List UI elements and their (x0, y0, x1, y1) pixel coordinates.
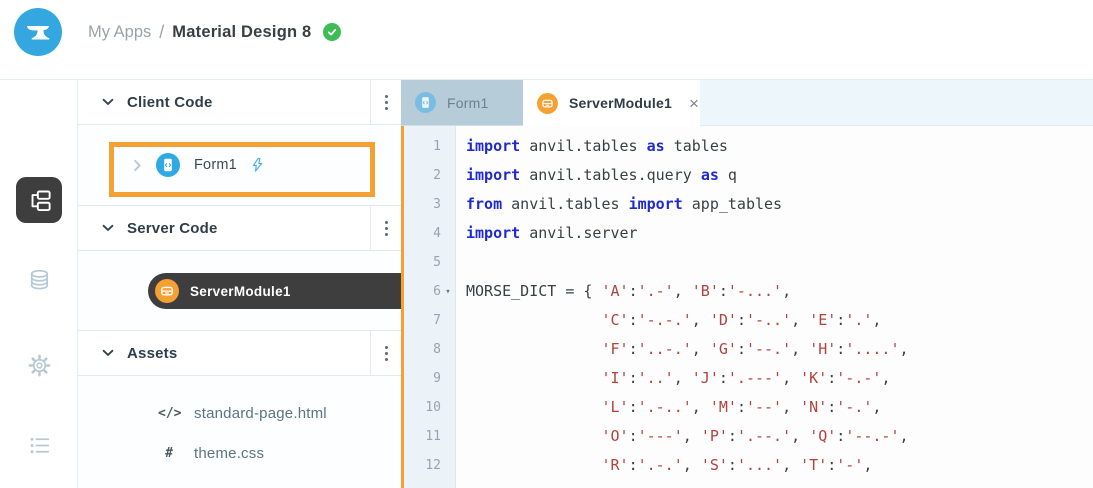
editor-pane: Form1 ServerModule1 × 1 2 3 4 5 6 ▾ 7 8 9 10 11 12 i… (401, 80, 1093, 488)
anvil-logo[interactable] (14, 8, 62, 56)
line-number: 9 (433, 371, 441, 386)
section-header-server-code[interactable]: Server Code (78, 206, 401, 251)
annotation-highlight-rail (401, 126, 404, 488)
file-tree-panel: Client Code Form1 Server Code ServerModu… (78, 80, 401, 488)
line-number: 5 (433, 255, 441, 270)
code-line[interactable]: 'R':'.-.', 'S':'...', 'T':'-', (466, 451, 1093, 480)
hash-icon: # (165, 445, 173, 461)
chevron-down-icon (102, 98, 114, 105)
section-label: Client Code (127, 93, 213, 111)
tree-item-label: ServerModule1 (190, 283, 291, 299)
line-number: 4 (433, 226, 441, 241)
tree-item-label: Form1 (194, 157, 237, 173)
app-title[interactable]: Material Design 8 (172, 23, 311, 42)
tree-item-form1[interactable]: Form1 (78, 125, 401, 205)
tree-item-standard-page-html[interactable]: </> standard-page.html (78, 400, 401, 426)
kebab-menu-icon[interactable] (370, 331, 401, 375)
line-number: 3 (433, 197, 441, 212)
section-header-assets[interactable]: Assets (78, 331, 401, 376)
code-line[interactable]: import anvil.server (466, 219, 1093, 248)
line-number: 10 (425, 400, 441, 415)
code-editor: 1 2 3 4 5 6 ▾ 7 8 9 10 11 12 import anvil.tables as … (401, 126, 1093, 488)
kebab-menu-icon[interactable] (370, 80, 401, 124)
gear-icon (28, 354, 50, 376)
chevron-down-icon (102, 224, 114, 231)
line-number: 6 ▾ (404, 277, 455, 306)
list-icon (30, 437, 49, 453)
tab-bar: Form1 ServerModule1 × (401, 80, 1093, 126)
tab-form1[interactable]: Form1 (401, 80, 523, 126)
activity-bar (0, 80, 78, 488)
top-header: My Apps / Material Design 8 (0, 0, 1093, 80)
saved-check-icon (323, 23, 342, 41)
form-icon (156, 153, 180, 177)
server-icon (537, 92, 558, 114)
line-number: 12 (425, 458, 441, 473)
sidebar-item-settings[interactable] (17, 343, 61, 387)
breadcrumb-my-apps[interactable]: My Apps (88, 23, 151, 42)
code-line[interactable]: 'L':'.-..', 'M':'--', 'N':'-.', (466, 393, 1093, 422)
server-icon (155, 279, 179, 303)
tab-bar-filler (700, 80, 1093, 126)
code-line[interactable]: import anvil.tables as tables (466, 132, 1093, 161)
code-line[interactable]: 'O':'---', 'P':'.--.', 'Q':'--.-', (466, 422, 1093, 451)
code-area[interactable]: import anvil.tables as tables import anvi… (456, 126, 1093, 488)
kebab-menu-icon[interactable] (370, 206, 401, 250)
code-line[interactable]: 'I':'..', 'J':'.---', 'K':'-.-', (466, 364, 1093, 393)
sidebar-item-app-structure[interactable] (16, 177, 62, 223)
tree-icon (31, 190, 51, 211)
breadcrumb: My Apps / Material Design 8 (88, 0, 342, 64)
section-label: Server Code (127, 219, 218, 237)
code-line[interactable]: 'C':'-.-.', 'D':'-..', 'E':'.', (466, 306, 1093, 335)
tree-item-label: theme.css (194, 444, 265, 462)
line-number: 11 (425, 429, 441, 444)
anvil-ide: My Apps / Material Design 8 Client Code … (0, 0, 1093, 488)
line-number: 2 (433, 168, 441, 183)
fold-arrow-icon[interactable]: ▾ (441, 287, 455, 297)
code-line[interactable]: MORSE_DICT = { 'A':'.-', 'B':'-...', (466, 277, 1093, 306)
tree-item-theme-css[interactable]: # theme.css (78, 440, 401, 466)
code-line[interactable] (466, 248, 1093, 277)
gutter: 1 2 3 4 5 6 ▾ 7 8 9 10 11 12 (404, 126, 456, 488)
tab-label: Form1 (447, 94, 489, 111)
line-number: 8 (433, 342, 441, 357)
code-line[interactable]: from anvil.tables import app_tables (466, 190, 1093, 219)
sidebar-item-data-tables[interactable] (17, 258, 61, 302)
breadcrumb-separator: / (159, 21, 165, 42)
tree-item-label: standard-page.html (194, 404, 327, 422)
tab-servermodule1[interactable]: ServerModule1 × (523, 80, 700, 126)
code-line[interactable]: 'F':'..-.', 'G':'--.', 'H':'....', (466, 335, 1093, 364)
close-icon[interactable]: × (689, 95, 699, 112)
line-number: 1 (433, 139, 441, 154)
line-number: 7 (433, 313, 441, 328)
chevron-right-icon[interactable] (133, 159, 142, 172)
database-icon (30, 269, 48, 289)
anvil-icon (27, 26, 50, 40)
form-icon (415, 92, 436, 113)
section-label: Assets (127, 344, 178, 362)
chevron-down-icon (102, 349, 114, 356)
code-line[interactable]: import anvil.tables.query as q (466, 161, 1093, 190)
server-code-items: ServerModule1 (78, 251, 401, 331)
tree-item-servermodule1[interactable]: ServerModule1 (148, 273, 401, 309)
sidebar-item-logs[interactable] (17, 423, 61, 467)
tab-label: ServerModule1 (569, 95, 672, 111)
client-code-items: Form1 (78, 125, 401, 206)
lightning-icon[interactable] (251, 157, 264, 173)
section-header-client-code[interactable]: Client Code (78, 80, 401, 125)
html-icon: </> (158, 405, 182, 421)
assets-items: </> standard-page.html # theme.css (78, 376, 401, 488)
